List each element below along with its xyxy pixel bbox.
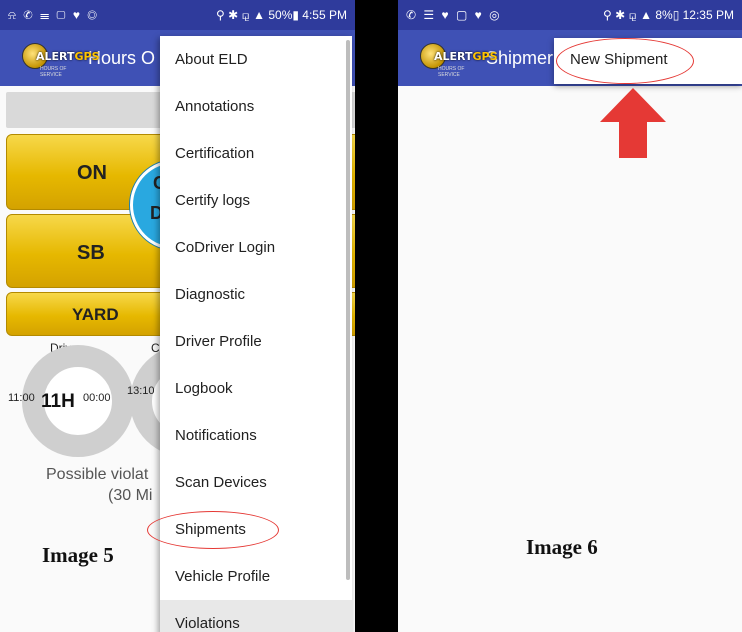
red-arrow-up-icon: [600, 88, 666, 158]
alertgps-logo: ALERTGPS HOURS OF SERVICE: [22, 41, 100, 78]
notification-icons: ✆ ☰ ♥ ▢ ♥ ◎: [406, 8, 502, 22]
annotation-circle-shipments: [147, 511, 279, 549]
menu-item-notifications[interactable]: Notifications: [160, 412, 352, 459]
menu-item-codriver-login[interactable]: CoDriver Login: [160, 224, 352, 271]
second-gauge-time: 13:10: [127, 385, 155, 397]
menu-item-vehicle-profile[interactable]: Vehicle Profile: [160, 553, 352, 600]
image-caption: Image 6: [526, 535, 598, 559]
menu-item-diagnostic[interactable]: Diagnostic: [160, 271, 352, 318]
menu-item-about-eld[interactable]: About ELD: [160, 36, 352, 83]
gauge-left-time: 11:00: [8, 392, 35, 404]
menu-scrollbar[interactable]: [346, 40, 350, 580]
status-right: ⚲ ✱ ⚼ ▲ 50%▮ 4:55 PM: [216, 7, 347, 22]
status-right: ⚲ ✱ ⚼ ▲ 8%▯ 12:35 PM: [603, 7, 734, 22]
menu-item-logbook[interactable]: Logbook: [160, 365, 352, 412]
menu-item-violations[interactable]: Violations: [160, 600, 352, 632]
image-caption: Image 5: [42, 543, 114, 567]
menu-item-driver-profile[interactable]: Driver Profile: [160, 318, 352, 365]
image6-phone-screen: ✆ ☰ ♥ ▢ ♥ ◎ ⚲ ✱ ⚼ ▲ 8%▯ 12:35 PM ALERTGP…: [398, 0, 742, 632]
driven-gauge: [22, 345, 134, 457]
alertgps-logo: ALERTGPS HOURS OF SERVICE: [420, 41, 498, 78]
menu-item-certify-logs[interactable]: Certify logs: [160, 177, 352, 224]
violation-warning-line2: (30 Mi: [108, 487, 153, 504]
annotation-circle-new-shipment: [556, 38, 694, 84]
violation-warning-line1: Possible violat: [46, 466, 149, 483]
status-bar: ✆ ☰ ♥ ▢ ♥ ◎ ⚲ ✱ ⚼ ▲ 8%▯ 12:35 PM: [398, 0, 742, 30]
status-bar: ⍾ ✆ ☰ ▢ ♥ ◎ ⚲ ✱ ⚼ ▲ 50%▮ 4:55 PM: [0, 0, 355, 30]
gauge-right-time: 00:00: [83, 392, 111, 404]
menu-item-annotations[interactable]: Annotations: [160, 83, 352, 130]
image5-phone-screen: ⍾ ✆ ☰ ▢ ♥ ◎ ⚲ ✱ ⚼ ▲ 50%▮ 4:55 PM ALERTGP…: [0, 0, 355, 632]
menu-item-certification[interactable]: Certification: [160, 130, 352, 177]
gauge-hours: 11H: [41, 391, 75, 412]
notification-icons: ⍾ ✆ ☰ ▢ ♥ ◎: [8, 7, 99, 22]
menu-item-scan-devices[interactable]: Scan Devices: [160, 459, 352, 506]
